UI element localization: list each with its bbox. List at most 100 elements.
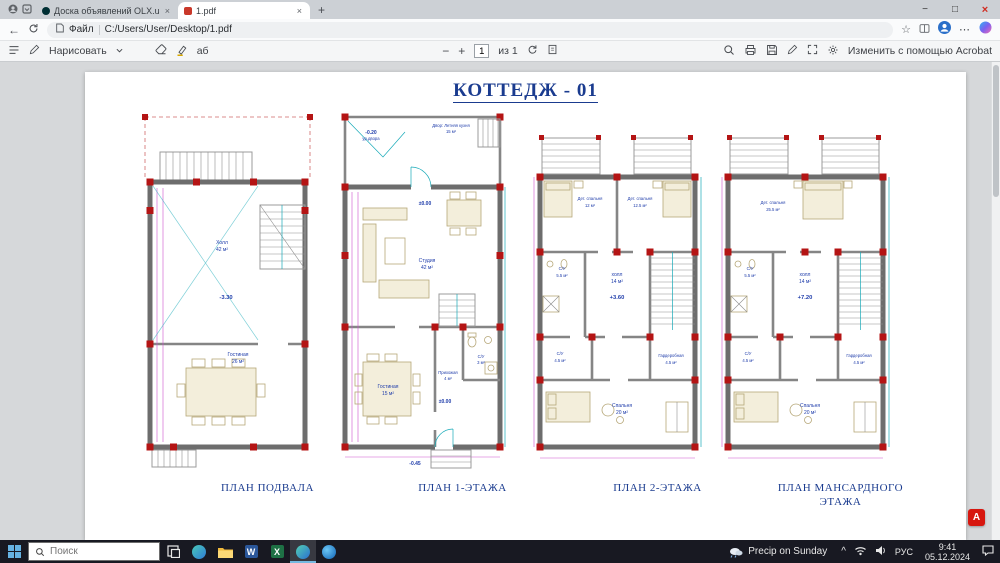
room-label: Дет. спальня (761, 200, 786, 205)
edit-with-acrobat-button[interactable]: Изменить с помощью Acrobat (848, 45, 992, 57)
refresh-icon[interactable] (28, 23, 39, 36)
room-area: 4.5 м² (742, 358, 754, 363)
acrobat-floating-button[interactable]: A (968, 509, 985, 526)
save-icon[interactable] (766, 44, 778, 59)
room-label: холл (612, 272, 623, 278)
room-label: С/У (478, 354, 485, 359)
weather-widget[interactable]: Precip on Sunday (720, 546, 835, 558)
close-tab-icon[interactable]: × (295, 6, 304, 16)
copilot-icon[interactable] (979, 21, 992, 39)
room-area: 4.5 м² (554, 358, 566, 363)
clock-time: 9:41 (938, 541, 957, 552)
pdf-viewer-area: КОТТЕДЖ - 01 Холл 42 м² -3.30 Гостиная 2… (0, 62, 1000, 540)
maximize-button[interactable]: □ (940, 0, 970, 19)
olx-favicon (42, 6, 50, 15)
scrollbar-thumb[interactable] (993, 65, 999, 197)
clock-date: 05.12.2024 (924, 551, 970, 562)
fit-page-icon[interactable] (547, 44, 558, 58)
room-label: холл (800, 272, 811, 278)
tab-actions-icon[interactable] (22, 1, 32, 19)
room-area: 20 м² (616, 410, 628, 416)
zoom-out-icon[interactable]: − (442, 44, 449, 58)
menu-dots-icon[interactable]: ⋯ (959, 23, 971, 36)
browser-icon (322, 544, 336, 559)
taskbar-app-edge[interactable] (186, 540, 212, 563)
taskbar-app-browser[interactable] (316, 540, 342, 563)
draw-button[interactable]: Нарисовать (49, 45, 107, 57)
draw-pen-icon[interactable] (29, 44, 40, 58)
task-view-button[interactable] (160, 540, 186, 563)
settings-gear-icon[interactable] (827, 44, 839, 59)
close-window-button[interactable]: × (970, 0, 1000, 19)
table-of-contents-icon[interactable] (8, 44, 20, 59)
print-icon[interactable] (744, 44, 757, 59)
page-count-label: из 1 (498, 45, 518, 57)
hidden-icons-chevron[interactable]: ^ (841, 546, 846, 557)
document-icon (56, 23, 64, 36)
language-indicator[interactable]: РУС (895, 547, 913, 557)
room-label: Спальня (800, 403, 820, 409)
vertical-scrollbar[interactable] (991, 62, 1000, 540)
search-icon (36, 547, 45, 556)
taskbar-app-edge-active[interactable] (290, 540, 316, 563)
zoom-in-icon[interactable]: + (458, 44, 465, 58)
room-area: 4.5 м² (853, 360, 865, 365)
chevron-down-icon[interactable] (116, 45, 123, 57)
room-area: 15 м² (382, 391, 394, 397)
kitchen-table (446, 191, 482, 236)
tab-title: Доска объявлений OLX.uz, ран... (54, 5, 159, 16)
taskbar-app-explorer[interactable] (212, 540, 238, 563)
level-mark: -3.30 (219, 295, 232, 301)
excel-icon: X (270, 545, 284, 558)
profile-avatar[interactable] (938, 20, 951, 39)
fullscreen-icon[interactable] (807, 44, 818, 58)
room-area: 42 м² (216, 247, 228, 253)
interior-stairs (438, 293, 476, 327)
wifi-icon[interactable] (854, 543, 867, 561)
tab-olx[interactable]: Доска объявлений OLX.uz, ран... × (36, 2, 178, 19)
split-screen-icon[interactable] (919, 21, 930, 39)
profile-icon[interactable] (8, 1, 18, 19)
edit-icon[interactable] (787, 44, 798, 58)
taskbar-app-excel[interactable]: X (264, 540, 290, 563)
room-label: С/У (559, 266, 566, 271)
room-label: ур.двора (362, 136, 380, 141)
weather-rain-icon (730, 547, 743, 558)
new-tab-button[interactable]: + (310, 2, 333, 19)
taskbar-search-box[interactable] (28, 542, 160, 561)
notification-center-icon[interactable] (982, 543, 994, 561)
room-label: Двор: Летняя кухня (432, 123, 470, 128)
eraser-icon[interactable] (155, 43, 167, 59)
room-label: Дет. спальня (578, 196, 603, 201)
address-bar[interactable]: Файл C:/Users/User/Desktop/1.pdf (47, 21, 894, 38)
room-area: 20 м² (804, 410, 816, 416)
room-area: 15 м² (446, 129, 457, 134)
rotate-icon[interactable] (527, 44, 538, 58)
minimize-button[interactable]: − (910, 0, 940, 19)
address-text: C:/Users/User/Desktop/1.pdf (104, 24, 232, 35)
room-area: 42 м² (421, 265, 433, 271)
overhang-outline (142, 114, 313, 180)
search-input[interactable] (50, 546, 140, 557)
level-mark: +7.20 (798, 295, 813, 301)
highlighter-icon[interactable] (176, 44, 188, 59)
taskbar-clock[interactable]: 9:41 05.12.2024 (921, 542, 974, 562)
task-view-icon (166, 545, 180, 558)
search-icon[interactable] (723, 44, 735, 59)
volume-icon[interactable] (875, 543, 887, 561)
folder-icon (217, 547, 233, 558)
page-number-input[interactable] (474, 44, 490, 58)
back-icon[interactable]: ← (8, 24, 20, 36)
room-label: Спальня (612, 403, 632, 409)
start-button[interactable] (0, 540, 28, 563)
favorites-star-icon[interactable]: ☆ (901, 23, 911, 36)
taskbar-app-word[interactable]: W (238, 540, 264, 563)
interior-stairs (259, 204, 306, 270)
pdf-favicon (184, 6, 192, 15)
file-badge: Файл (69, 24, 94, 35)
read-aloud-icon[interactable]: аб (197, 45, 209, 57)
tab-pdf-active[interactable]: 1.pdf × (178, 2, 310, 19)
floor-plan-attic: Дет. спальня 25.5 м² С/У 5.5 м² холл 14 … (718, 112, 903, 510)
exterior-stairs-top (159, 151, 253, 183)
close-tab-icon[interactable]: × (163, 6, 172, 16)
